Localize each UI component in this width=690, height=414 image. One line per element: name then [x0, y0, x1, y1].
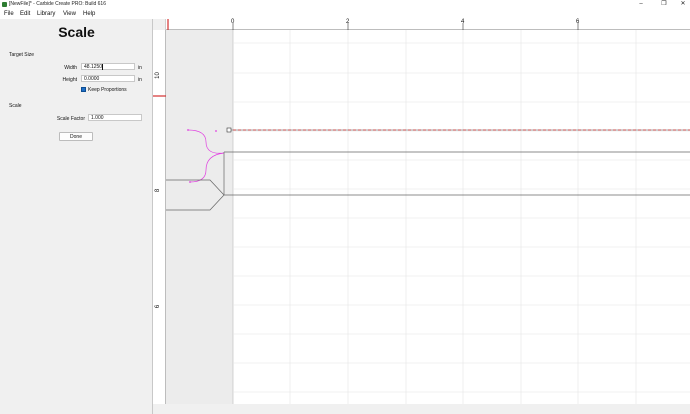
- text-cursor: [102, 64, 104, 70]
- path-node: [187, 129, 189, 131]
- outside-stock-area: [166, 30, 233, 404]
- design-canvas[interactable]: [166, 30, 690, 404]
- width-value: 48.1250: [84, 64, 103, 70]
- horizontal-scrollbar[interactable]: [153, 404, 690, 414]
- panel-title: Scale: [58, 24, 95, 40]
- width-label: Width: [64, 65, 77, 71]
- height-unit: in: [138, 77, 142, 83]
- top-ruler-label-4: 4: [461, 19, 465, 25]
- menu-edit[interactable]: Edit: [18, 9, 32, 19]
- left-ruler-ticks: [153, 95, 166, 97]
- top-ruler: 0 2 4 6: [166, 19, 690, 30]
- left-ruler: 10 8 6: [153, 30, 166, 404]
- scale-factor-input[interactable]: 1.000: [88, 114, 142, 121]
- path-node: [189, 181, 191, 183]
- scale-factor-label: Scale Factor: [56, 116, 85, 122]
- close-button[interactable]: ✕: [676, 0, 690, 9]
- menu-bar: File Edit Library View Help: [0, 9, 690, 19]
- top-ruler-label-6: 6: [576, 19, 580, 25]
- scale-panel: Scale Target Size Width 48.1250 in Heigh…: [0, 19, 153, 414]
- selection-handle: [226, 127, 232, 133]
- window-title: [NewFile]* - Carbide Create PRO: Build 6…: [9, 1, 106, 7]
- maximize-button[interactable]: ❐: [657, 0, 671, 9]
- canvas-drawing[interactable]: [166, 30, 690, 404]
- top-ruler-label-2: 2: [346, 19, 350, 25]
- width-input[interactable]: 48.1250: [81, 63, 135, 70]
- top-ruler-label-0: 0: [231, 19, 235, 25]
- menu-view[interactable]: View: [61, 9, 78, 19]
- left-ruler-label-10: 10: [154, 72, 161, 79]
- left-ruler-label-6: 6: [155, 304, 162, 309]
- grid-lines: [232, 30, 690, 404]
- target-size-heading: Target Size: [9, 52, 35, 58]
- width-unit: in: [138, 65, 142, 71]
- scale-heading: Scale: [9, 103, 22, 109]
- keep-proportions-checkbox[interactable]: [81, 87, 86, 92]
- path-node: [215, 130, 217, 132]
- title-bar: [NewFile]* - Carbide Create PRO: Build 6…: [0, 0, 690, 9]
- menu-help[interactable]: Help: [81, 9, 97, 19]
- outline-shape-upper: [223, 151, 690, 195]
- height-input[interactable]: 0.0000: [81, 75, 135, 82]
- minimize-button[interactable]: –: [634, 0, 648, 9]
- left-ruler-label-8: 8: [155, 188, 162, 193]
- menu-file[interactable]: File: [2, 9, 16, 19]
- top-ruler-ticks: [167, 19, 579, 30]
- height-label: Height: [62, 77, 77, 83]
- keep-proportions-label: Keep Proportions: [88, 87, 127, 93]
- done-button[interactable]: Done: [59, 132, 93, 141]
- app-logo-icon: [2, 2, 7, 7]
- menu-library[interactable]: Library: [35, 9, 57, 19]
